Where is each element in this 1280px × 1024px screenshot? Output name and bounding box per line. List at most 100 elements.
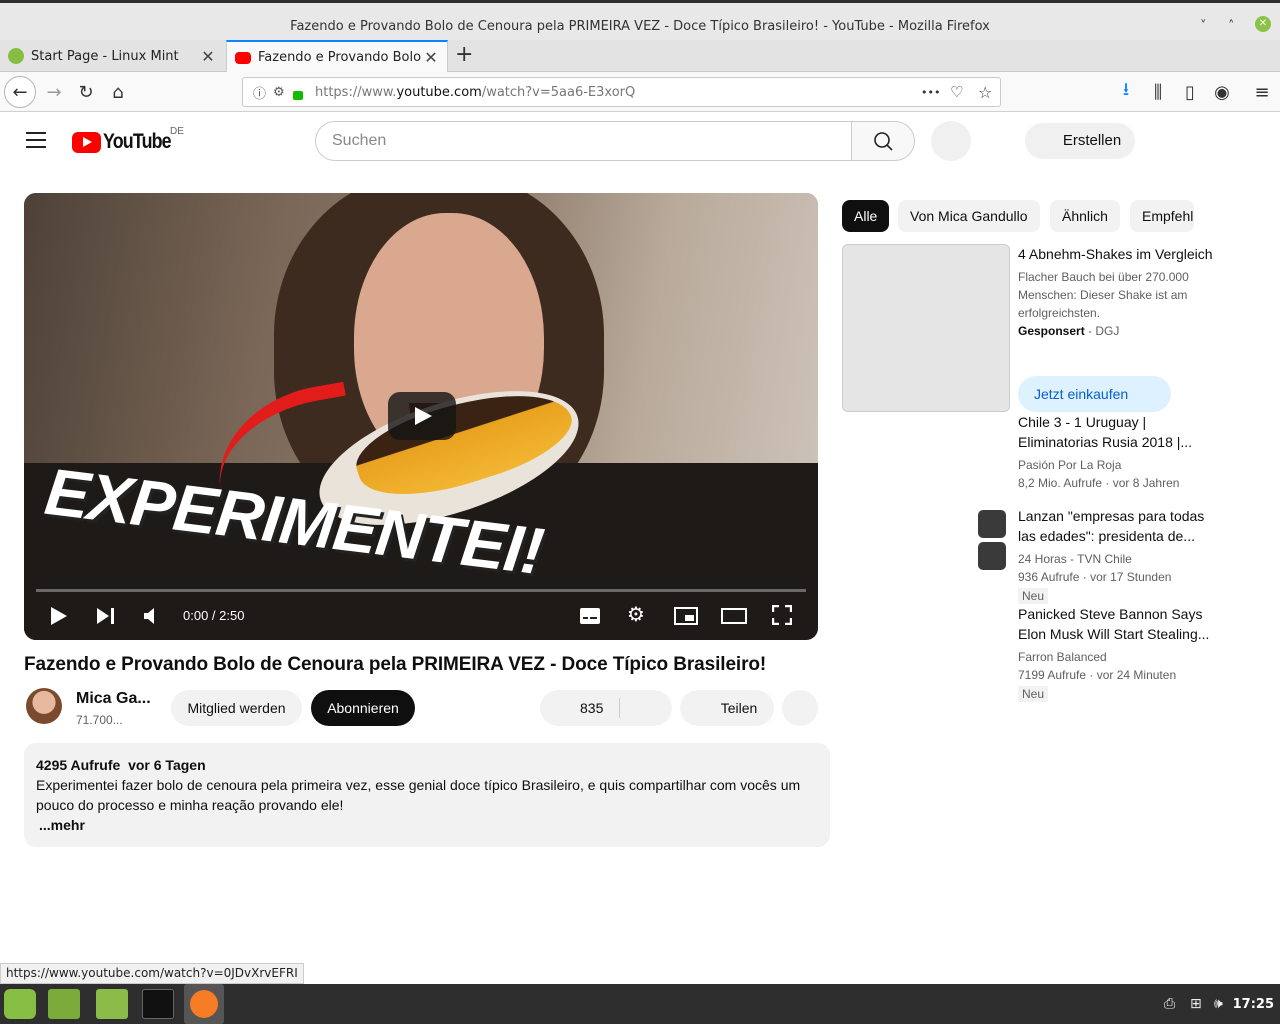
share-button[interactable]: Teilen	[680, 690, 774, 726]
window-title: Fazendo e Provando Bolo de Cenoura pela …	[290, 19, 990, 34]
account-icon[interactable]: ◉	[1208, 78, 1236, 106]
related-thumbnail-placeholder[interactable]	[978, 542, 1006, 570]
tab-label: Start Page - Linux Mint	[31, 48, 179, 64]
subscriber-count: 71.700...	[76, 713, 123, 727]
fullscreen-icon[interactable]	[772, 605, 792, 625]
file-manager-icon[interactable]	[96, 989, 128, 1019]
pocket-icon[interactable]: ♡	[950, 83, 963, 101]
url-bar[interactable]: ⓘ ⚙ https://www.youtube.com/watch?v=5aa6…	[242, 77, 1001, 107]
network-icon[interactable]: ⊞	[1190, 996, 1202, 1012]
time-display: 0:00 / 2:50	[183, 608, 245, 623]
youtube-logo[interactable]: YouTube DE	[72, 126, 184, 154]
like-count[interactable]: 835	[580, 690, 603, 726]
channel-name[interactable]: Mica Ga...	[76, 690, 151, 708]
search-icon	[874, 132, 893, 151]
ad-title[interactable]: 4 Abnehm-Shakes im Vergleich	[1018, 244, 1218, 264]
related-video-meta: 8,2 Mio. Aufrufe · vor 8 Jahren	[1018, 476, 1180, 490]
search-input[interactable]: Suchen	[315, 121, 852, 161]
maximize-button[interactable]: ˄	[1228, 19, 1235, 34]
video-player[interactable]: EXPERIMENTEI! 0:00 / 2:50 ⚙	[24, 193, 818, 640]
next-icon[interactable]	[96, 607, 116, 625]
player-controls: 0:00 / 2:50 ⚙	[24, 593, 818, 640]
hamburger-menu-icon[interactable]: ≡	[1248, 78, 1276, 106]
voice-search-button[interactable]	[931, 121, 971, 161]
related-video-title[interactable]: Chile 3 - 1 Uruguay | Eliminatorias Rusi…	[1018, 412, 1218, 452]
terminal-icon[interactable]	[142, 989, 174, 1019]
settings-gear-icon[interactable]: ⚙	[627, 602, 645, 626]
page-actions-icon[interactable]: •••	[921, 86, 940, 99]
status-link-preview: https://www.youtube.com/watch?v=0JDvXrvE…	[0, 963, 304, 984]
close-tab-icon[interactable]: ✕	[421, 48, 441, 67]
youtube-favicon-icon	[235, 51, 251, 64]
back-button[interactable]: ←	[4, 76, 36, 108]
new-badge: Neu	[1018, 588, 1049, 604]
video-title: Fazendo e Provando Bolo de Cenoura pela …	[24, 654, 767, 675]
close-button[interactable]: ✕	[1255, 16, 1271, 32]
firefox-taskbar-item[interactable]	[184, 984, 224, 1024]
window-titlebar: Fazendo e Provando Bolo de Cenoura pela …	[0, 0, 1280, 40]
bookmark-star-icon[interactable]: ☆	[978, 83, 992, 102]
related-thumbnail-placeholder[interactable]	[978, 510, 1006, 538]
subtitles-icon[interactable]	[579, 606, 601, 626]
youtube-wordmark: YouTube	[103, 130, 172, 153]
home-button[interactable]: ⌂	[104, 78, 132, 106]
tab-youtube-video[interactable]: Fazendo e Provando Bolo de Cenoura pela …	[226, 40, 448, 73]
navigation-toolbar: ← → ↻ ⌂ ⓘ ⚙ https://www.youtube.com/watc…	[0, 72, 1280, 112]
printer-icon[interactable]: ⎙	[1164, 996, 1175, 1012]
clock[interactable]: 17:25	[1233, 997, 1274, 1012]
shop-now-button[interactable]: Jetzt einkaufen	[1018, 376, 1171, 412]
chip-recommended[interactable]: Empfehlungen	[1130, 200, 1194, 232]
region-code: DE	[170, 126, 184, 137]
related-video-title[interactable]: Panicked Steve Bannon Says Elon Musk Wil…	[1018, 604, 1218, 644]
related-video-channel: Pasión Por La Roja	[1018, 458, 1122, 472]
large-play-button[interactable]	[388, 392, 456, 440]
create-button[interactable]: Erstellen	[1025, 123, 1135, 159]
guide-menu-icon[interactable]	[26, 132, 46, 153]
firefox-icon	[190, 990, 218, 1018]
ad-thumbnail[interactable]	[842, 244, 1010, 412]
mint-menu-icon[interactable]	[4, 989, 36, 1019]
linux-mint-favicon-icon	[8, 48, 24, 64]
show-more-link[interactable]: ...mehr	[39, 815, 818, 835]
like-divider	[619, 698, 620, 718]
subscribe-button[interactable]: Abonnieren	[311, 690, 415, 726]
channel-avatar[interactable]	[26, 688, 62, 724]
related-video-title[interactable]: Lanzan "empresas para todas las edades":…	[1018, 506, 1218, 546]
tab-start-page[interactable]: Start Page - Linux Mint ✕	[0, 40, 224, 72]
theater-mode-icon[interactable]	[721, 607, 747, 625]
site-info-icon[interactable]: ⓘ	[253, 83, 266, 102]
more-actions-button[interactable]	[782, 690, 818, 726]
chip-related[interactable]: Ähnlich	[1050, 200, 1120, 232]
chip-from-channel[interactable]: Von Mica Gandullo	[898, 200, 1040, 232]
miniplayer-icon[interactable]	[674, 607, 698, 625]
library-icon[interactable]: ⫼	[1144, 78, 1172, 106]
lock-icon	[293, 91, 303, 100]
chip-all[interactable]: Alle	[842, 200, 890, 232]
related-video-channel: 24 Horas - TVN Chile	[1018, 552, 1132, 566]
sidebar-icon[interactable]: ▯	[1176, 78, 1204, 106]
ad-text: Flacher Bauch bei über 270.000 Menschen:…	[1018, 270, 1189, 320]
progress-bar[interactable]	[36, 589, 806, 592]
volume-icon[interactable]	[143, 607, 161, 625]
ad-sponsor-line: Gesponsert · DGJ	[1018, 324, 1120, 338]
close-tab-icon[interactable]: ✕	[198, 47, 218, 66]
tab-bar: Start Page - Linux Mint ✕ Fazendo e Prov…	[0, 40, 1280, 73]
volume-tray-icon[interactable]: 🕪	[1214, 996, 1223, 1012]
new-badge: Neu	[1018, 686, 1049, 702]
minimize-button[interactable]: ˅	[1200, 19, 1207, 34]
taskbar: ⎙ ⊞ 🕪 17:25	[0, 984, 1280, 1024]
join-button[interactable]: Mitglied werden	[171, 690, 302, 726]
show-desktop-icon[interactable]	[48, 989, 80, 1019]
reload-button[interactable]: ↻	[72, 78, 100, 106]
url-text: https://www.youtube.com/watch?v=5aa6-E3x…	[315, 84, 636, 100]
related-video-meta: 936 Aufrufe · vor 17 Stunden	[1018, 570, 1172, 584]
play-icon[interactable]	[50, 606, 68, 626]
forward-button[interactable]: →	[40, 78, 68, 106]
search-button[interactable]	[851, 121, 915, 161]
permissions-icon[interactable]: ⚙	[273, 85, 285, 100]
description-text: Experimentei fazer bolo de cenoura pela …	[36, 777, 801, 813]
new-tab-button[interactable]: +	[455, 42, 473, 67]
video-description[interactable]: 4295 Aufrufe vor 6 Tagen Experimentei fa…	[24, 743, 830, 847]
like-dislike-group[interactable]: 835	[540, 690, 672, 726]
downloads-icon[interactable]: ⭳	[1112, 78, 1140, 106]
